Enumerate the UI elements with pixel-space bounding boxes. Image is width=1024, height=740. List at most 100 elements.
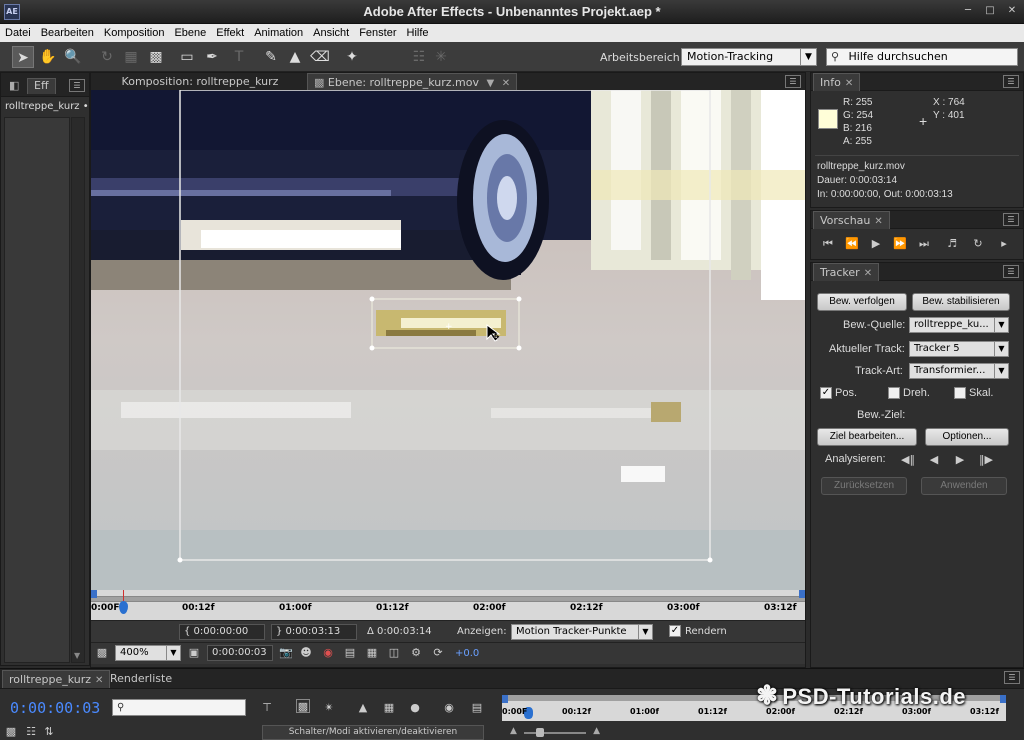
- stabilize-motion-button[interactable]: Bew. stabilisieren: [912, 293, 1010, 311]
- zoom-slider[interactable]: ▲ ▲: [510, 726, 600, 738]
- rectangle-tool-icon[interactable]: ▭: [176, 46, 198, 68]
- out-point-marker[interactable]: [1000, 695, 1006, 703]
- menu-animation[interactable]: Animation: [249, 27, 308, 39]
- dropdown-arrow-icon[interactable]: ▼: [487, 78, 495, 89]
- analyze-backward-frame-icon[interactable]: ◀‖: [901, 453, 915, 467]
- rotation-checkbox[interactable]: [888, 387, 900, 399]
- camera-tool-icon[interactable]: ▦: [120, 46, 142, 68]
- graph-editor-icon[interactable]: ▤: [470, 701, 484, 715]
- position-checkbox[interactable]: ✓: [820, 387, 832, 399]
- maximize-icon[interactable]: □: [982, 4, 998, 18]
- play-icon[interactable]: ▶: [869, 237, 883, 251]
- menu-fenster[interactable]: Fenster: [354, 27, 401, 39]
- brush-tool-icon[interactable]: ✎: [260, 46, 282, 68]
- puppet-options-icon[interactable]: ☷: [408, 46, 430, 68]
- audio-icon[interactable]: ♬: [945, 237, 959, 251]
- tab-info[interactable]: Info ✕: [813, 73, 861, 91]
- scrollbar[interactable]: ▼: [71, 117, 85, 663]
- timeline-search-input[interactable]: ⚲: [112, 699, 246, 716]
- selection-tool-icon[interactable]: ➤: [12, 46, 34, 68]
- footage-frame[interactable]: + ✥: [91, 90, 805, 590]
- last-frame-icon[interactable]: ⏭: [917, 237, 931, 251]
- transparency-grid-icon[interactable]: ▦: [365, 646, 379, 660]
- tab-tracker[interactable]: Tracker ✕: [813, 263, 880, 281]
- tab-preview[interactable]: Vorschau ✕: [813, 211, 890, 229]
- expand-layer-switches-icon[interactable]: ▩: [4, 725, 18, 739]
- live-update-icon[interactable]: ▩: [296, 699, 310, 713]
- out-point-marker[interactable]: [799, 590, 805, 598]
- exposure-value[interactable]: +0.0: [455, 648, 479, 659]
- scroll-down-icon[interactable]: ▼: [74, 651, 80, 660]
- hand-tool-icon[interactable]: ✋: [37, 46, 59, 68]
- scale-checkbox[interactable]: [954, 387, 966, 399]
- help-search-input[interactable]: ⚲ Hilfe durchsuchen: [826, 48, 1018, 66]
- options-button[interactable]: Optionen...: [925, 428, 1009, 446]
- timeline-current-time[interactable]: 0:00:00:03: [10, 699, 100, 717]
- ram-preview-icon[interactable]: ▸: [997, 237, 1011, 251]
- panel-menu-icon[interactable]: ☰: [69, 79, 85, 92]
- current-time-indicator[interactable]: [119, 601, 128, 614]
- always-preview-icon[interactable]: ▩: [95, 646, 109, 660]
- zoom-out-icon[interactable]: ▲: [510, 726, 517, 736]
- panel-menu-icon[interactable]: ☰: [1003, 75, 1019, 88]
- first-frame-icon[interactable]: ⏮: [821, 237, 835, 251]
- region-of-interest-icon[interactable]: ▣: [187, 646, 201, 660]
- tab-layer[interactable]: ▩ Ebene: rolltreppe_kurz.mov ▼ ✕: [307, 73, 518, 91]
- close-tab-icon[interactable]: ✕: [845, 78, 853, 89]
- project-panel-icon[interactable]: ◧: [3, 77, 25, 95]
- magnification-dropdown[interactable]: 400% ▼: [115, 645, 181, 661]
- panel-menu-icon[interactable]: ☰: [1003, 265, 1019, 278]
- loop-icon[interactable]: ↻: [971, 237, 985, 251]
- close-tab-icon[interactable]: ✕: [95, 675, 103, 686]
- expand-transfer-controls-icon[interactable]: ☷: [24, 725, 38, 739]
- current-track-dropdown[interactable]: Tracker 5 ▼: [909, 341, 1009, 357]
- close-tab-icon[interactable]: ✕: [864, 268, 872, 279]
- frame-blending-icon[interactable]: ▦: [382, 701, 396, 715]
- reset-button[interactable]: Zurücksetzen: [821, 477, 907, 495]
- track-type-dropdown[interactable]: Transformier... ▼: [909, 363, 1009, 379]
- layer-time-ruler[interactable]: 0:00F 00:12f 01:00f 01:12f 02:00f 02:12f…: [91, 590, 805, 620]
- text-tool-icon[interactable]: T: [228, 46, 250, 68]
- view-options-icon[interactable]: ▤: [343, 646, 357, 660]
- work-area-bar[interactable]: [91, 596, 805, 602]
- menu-datei[interactable]: Datei: [0, 27, 36, 39]
- track-motion-button[interactable]: Bew. verfolgen: [817, 293, 907, 311]
- pen-tool-icon[interactable]: ✒: [201, 46, 223, 68]
- in-point-marker[interactable]: [502, 695, 508, 703]
- fast-previews-icon[interactable]: ⚙: [409, 646, 423, 660]
- puppet-overlap-icon[interactable]: ✳: [430, 46, 452, 68]
- in-point-marker[interactable]: [91, 590, 97, 598]
- motion-source-dropdown[interactable]: rolltreppe_ku... ▼: [909, 317, 1009, 333]
- effects-list-item[interactable]: rolltreppe_kurz •: [5, 101, 89, 112]
- pan-behind-tool-icon[interactable]: ▩: [145, 46, 167, 68]
- reset-exposure-icon[interactable]: ⟳: [431, 646, 445, 660]
- close-tab-icon[interactable]: ✕: [502, 78, 510, 89]
- puppet-pin-tool-icon[interactable]: ✦: [341, 46, 363, 68]
- render-checkbox[interactable]: ✓: [669, 625, 681, 637]
- current-time-field[interactable]: 0:00:00:03: [207, 645, 273, 661]
- draft-3d-icon[interactable]: ✴: [322, 701, 336, 715]
- menu-komposition[interactable]: Komposition: [99, 27, 170, 39]
- menu-ansicht[interactable]: Ansicht: [308, 27, 354, 39]
- out-point-field[interactable]: } 0:00:03:13: [271, 624, 357, 640]
- close-tab-icon[interactable]: ✕: [874, 216, 882, 227]
- zoom-in-icon[interactable]: ▲: [593, 726, 600, 736]
- menu-ebene[interactable]: Ebene: [169, 27, 211, 39]
- panel-menu-icon[interactable]: ☰: [785, 75, 801, 88]
- zoom-thumb[interactable]: [536, 728, 544, 737]
- close-icon[interactable]: ✕: [1004, 4, 1020, 18]
- analyze-forward-frame-icon[interactable]: ‖▶: [979, 453, 993, 467]
- menu-bearbeiten[interactable]: Bearbeiten: [36, 27, 99, 39]
- toggle-switches-modes-button[interactable]: Schalter/Modi aktivieren/deaktivieren: [262, 725, 484, 740]
- panel-menu-icon[interactable]: ☰: [1004, 671, 1020, 684]
- clone-stamp-tool-icon[interactable]: ▲: [284, 46, 306, 68]
- tab-composition[interactable]: Komposition: rolltreppe_kurz: [97, 73, 303, 91]
- pixel-aspect-icon[interactable]: ◫: [387, 646, 401, 660]
- analyze-forward-icon[interactable]: ▶: [953, 453, 967, 467]
- previous-frame-icon[interactable]: ⏪: [845, 237, 859, 251]
- next-frame-icon[interactable]: ⏩: [893, 237, 907, 251]
- channels-icon[interactable]: ◉: [321, 646, 335, 660]
- hide-shy-layers-icon[interactable]: ▲: [356, 701, 370, 715]
- eraser-tool-icon[interactable]: ⌫: [309, 46, 331, 68]
- tab-timeline[interactable]: rolltreppe_kurz ✕: [2, 670, 111, 688]
